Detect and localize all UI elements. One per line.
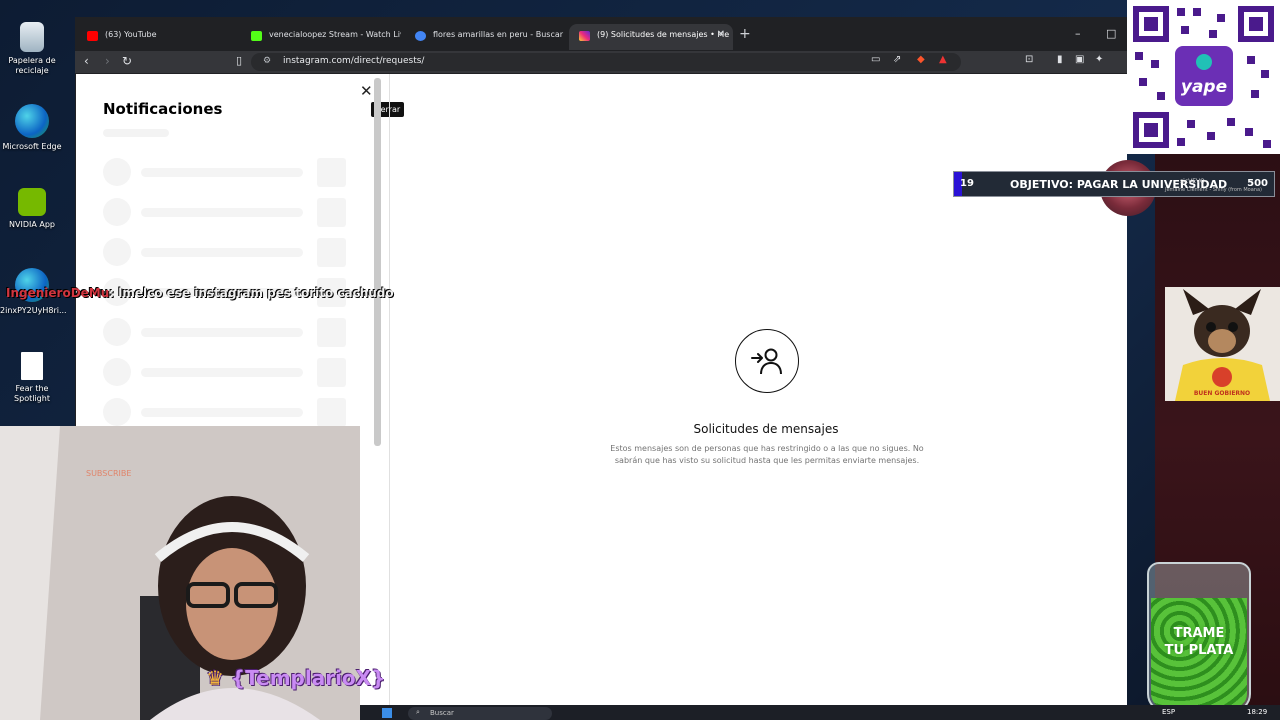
tab-label: (63) YouTube [105, 30, 157, 39]
file-icon [21, 352, 43, 380]
nvidia-icon [18, 188, 46, 216]
edge-icon [15, 104, 49, 138]
close-icon[interactable]: ✕ [360, 82, 373, 100]
follower-alert: ♛ {TemplarioX} [206, 666, 385, 690]
taskbar: ⌕ Buscar ESP 18:29 [360, 705, 1280, 720]
minimize-button[interactable]: – [1075, 27, 1081, 40]
goal-current: 19 [960, 178, 974, 189]
webcam-sticker: SUBSCRIBE [86, 469, 131, 478]
skeleton-row [103, 398, 347, 427]
cast-icon[interactable]: ▭ [871, 54, 880, 65]
kick-icon [251, 31, 262, 41]
skeleton-row [103, 198, 347, 227]
tab-instagram-requests[interactable]: (9) Solicitudes de mensajes • Me ✕ [569, 24, 733, 50]
desktop-icon-label: Papelera de reciclaje [8, 56, 56, 75]
stream-goal-bar: 19 OBJETIVO: PAGAR LA UNIVERSIDAD 500 [953, 171, 1275, 197]
search-placeholder: Buscar [430, 709, 454, 717]
tab-youtube[interactable]: (63) YouTube [77, 24, 239, 50]
desktop-icon-nvidia[interactable]: NVIDIA App [0, 188, 64, 230]
back-icon[interactable]: ‹ [84, 54, 89, 68]
share-icon[interactable]: ⇗ [893, 54, 901, 65]
bookmark-icon[interactable]: ▯ [236, 54, 242, 67]
brave-rewards-icon[interactable]: ▲ [939, 54, 947, 65]
brave-shield-icon[interactable]: ◆ [917, 54, 925, 65]
search-icon: ⌕ [416, 708, 420, 716]
browser-toolbar: ‹ › ↻ ▯ ⚙ instagram.com/direct/requests/… [75, 51, 1127, 73]
tab-label: (9) Solicitudes de mensajes • Me [597, 30, 730, 39]
desktop-icon-edge[interactable]: Microsoft Edge [0, 104, 64, 152]
crown-icon: ♛ [206, 666, 224, 690]
forward-icon[interactable]: › [105, 54, 110, 68]
skeleton-row [103, 358, 347, 387]
requests-title: Solicitudes de mensajes [693, 422, 839, 436]
instagram-icon [579, 31, 590, 41]
tab-label: venecialoopez Stream - Watch Live o [269, 30, 401, 39]
skeleton-row [103, 238, 347, 267]
tab-kick-stream[interactable]: venecialoopez Stream - Watch Live o [241, 24, 401, 50]
person-arrow-icon [751, 348, 782, 375]
donation-jar: TRAME TU PLATA [1147, 562, 1251, 712]
panel-divider [389, 74, 390, 705]
wallet-icon[interactable]: ▣ [1075, 54, 1084, 65]
desktop-icon-label: Microsoft Edge [2, 142, 62, 151]
now-playing-channel: sicVEVO [1180, 178, 1205, 185]
tab-label: flores amarillas en peru - Buscar con [433, 30, 565, 39]
extensions-icon[interactable]: ✦ [1095, 54, 1103, 65]
yape-logo-text: yape [1181, 77, 1227, 97]
skeleton-subtitle [103, 129, 169, 137]
jar-text-line2: TU PLATA [1164, 643, 1234, 658]
dog-meme-icon: BUEN GOBIERNO [1165, 287, 1280, 401]
new-tab-button[interactable]: + [739, 26, 751, 42]
dog-caption: BUEN GOBIERNO [1194, 390, 1250, 397]
yape-qr-code: yape [1127, 0, 1280, 154]
close-tab-icon[interactable]: ✕ [717, 29, 725, 40]
screenshot-icon[interactable]: ⊡ [1025, 54, 1033, 65]
requests-description: Estos mensajes son de personas que has r… [610, 444, 924, 465]
taskbar-search[interactable]: ⌕ Buscar [408, 707, 552, 720]
clock[interactable]: 18:29 [1247, 708, 1267, 716]
jar-text-line1: TRAME [1173, 626, 1225, 641]
sidebar-icon[interactable]: ▮ [1057, 54, 1063, 65]
reload-icon[interactable]: ↻ [122, 54, 132, 68]
url-text: instagram.com/direct/requests/ [283, 56, 425, 66]
chat-text: : lmelco ese instagram pes torito cachud… [109, 286, 394, 300]
address-bar[interactable]: ⚙ instagram.com/direct/requests/ [251, 53, 961, 71]
qr-code-icon: yape [1133, 6, 1274, 148]
alert-username: {TemplarioX} [230, 666, 386, 690]
youtube-icon [87, 31, 98, 41]
skeleton-row [103, 318, 347, 347]
desktop-icon-fear-the-spotlight[interactable]: Fear the Spotlight [0, 352, 64, 404]
desktop-icon-label: NVIDIA App [9, 220, 55, 229]
windows-start-icon[interactable] [382, 708, 392, 718]
message-requests-icon [735, 329, 799, 393]
google-icon [415, 31, 426, 41]
chat-username: IngenieroDeMu [6, 286, 110, 300]
now-playing-song: Jemaine Clement - Shiny (from Moana) [1165, 187, 1262, 193]
site-settings-icon[interactable]: ⚙ [263, 56, 271, 66]
dog-meme-image: BUEN GOBIERNO [1165, 287, 1280, 401]
desktop-icon-recycle-bin[interactable]: Papelera de reciclaje [0, 22, 64, 76]
desktop-icon-label: Fear the Spotlight [14, 384, 50, 403]
recycle-bin-icon [20, 22, 44, 52]
maximize-button[interactable]: □ [1106, 27, 1116, 40]
notifications-scrollbar[interactable] [374, 78, 381, 446]
language-indicator[interactable]: ESP [1162, 708, 1175, 716]
chat-message: IngenieroDeMu: lmelco ese instagram pes … [6, 286, 394, 300]
notifications-title: Notificaciones [103, 100, 223, 118]
desktop-icon-label: 2inxPY2UyH8ri... [0, 306, 67, 315]
tab-google-search[interactable]: flores amarillas en peru - Buscar con [405, 24, 565, 50]
tab-bar: (63) YouTube venecialoopez Stream - Watc… [75, 17, 1127, 51]
skeleton-row [103, 158, 347, 187]
